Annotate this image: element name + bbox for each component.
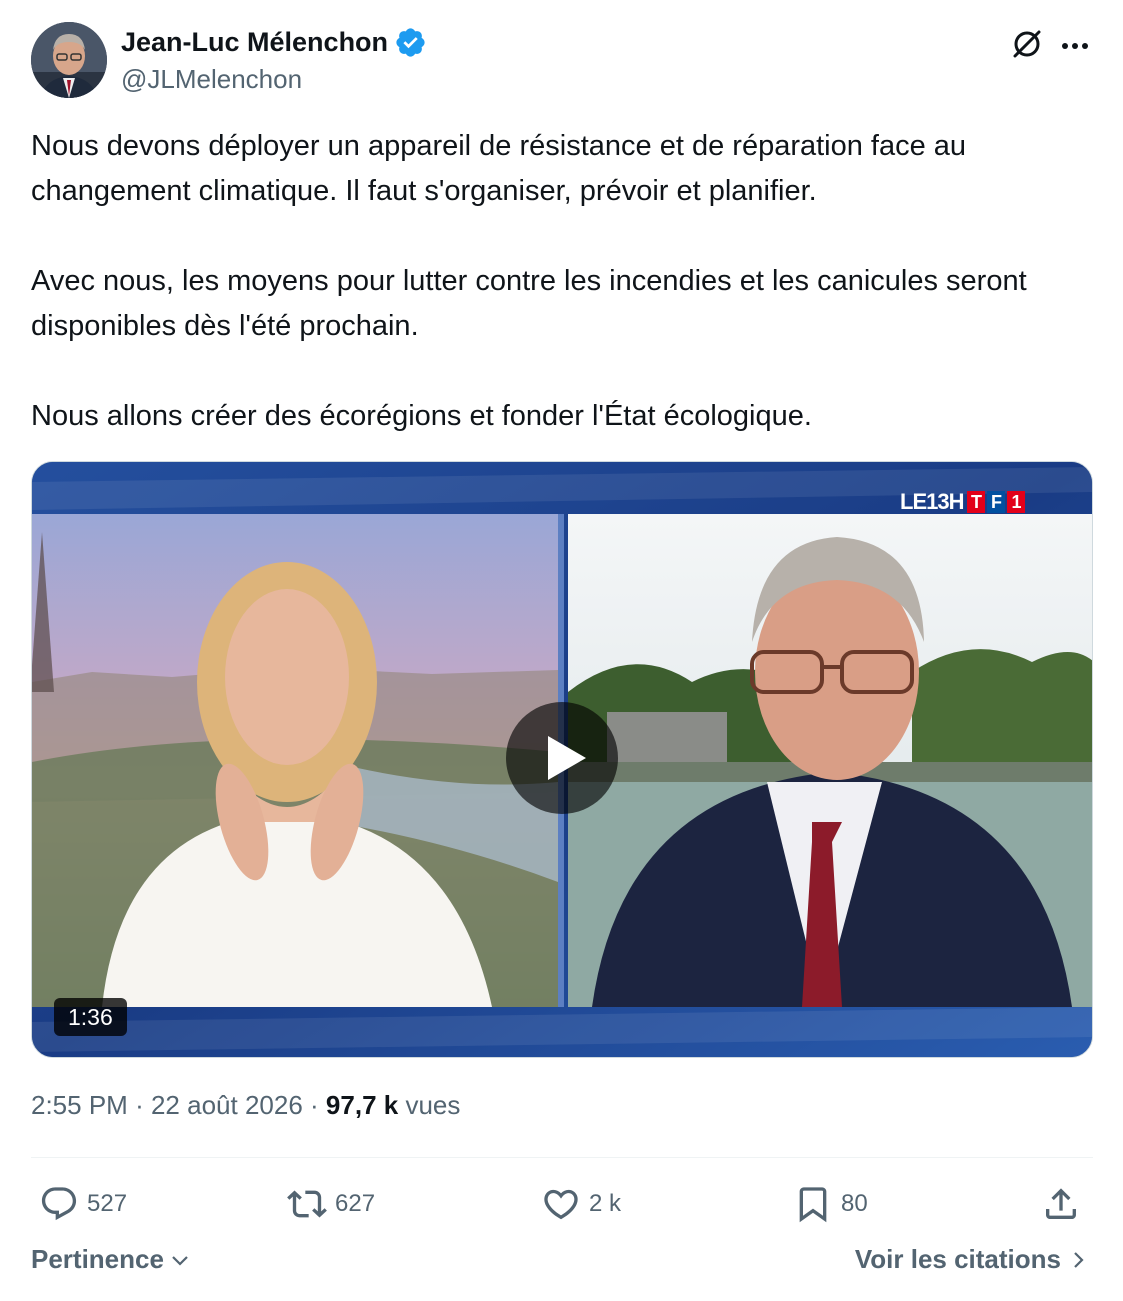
bookmark-icon [799,1187,827,1223]
author-handle[interactable]: @JLMelenchon [121,64,427,95]
tweet-time[interactable]: 2:55 PM [31,1090,128,1120]
sort-label: Pertinence [31,1244,164,1274]
more-icon[interactable] [1057,28,1093,64]
meta-separator: · [135,1090,144,1120]
left-panel [32,514,564,1007]
replies-footer: Pertinence Voir les citations [31,1244,1093,1284]
view-quotes-link[interactable]: Voir les citations [855,1244,1089,1275]
reply-count: 527 [87,1190,128,1217]
reply-button[interactable]: 527 [39,1176,127,1232]
like-count: 2 k [589,1190,622,1217]
tweet-paragraph: Nous devons déployer un appareil de rési… [31,130,967,207]
channel-letter: T [967,491,986,513]
channel-letter: 1 [1007,491,1026,513]
views-count: 97,7 k [325,1090,399,1120]
share-icon [1046,1188,1076,1219]
play-button[interactable] [506,702,618,814]
channel-prefix: LE13H [900,489,964,514]
bookmark-button[interactable]: 80 [793,1176,868,1232]
right-panel [568,514,1092,1007]
views-label: vues [405,1090,461,1120]
play-icon [548,736,586,780]
author-name[interactable]: Jean-Luc Mélenchon [121,27,388,58]
like-icon [544,1189,578,1220]
avatar[interactable] [31,22,107,98]
tweet-meta: 2:55 PM · 22 août 2026 · 97,7 k vues [31,1090,460,1121]
divider [31,1157,1093,1158]
like-button[interactable]: 2 k [541,1176,621,1232]
tweet-paragraph: Avec nous, les moyens pour lutter contre… [31,265,1027,342]
chevron-right-icon [1074,1251,1084,1268]
channel-letter: F [987,491,1006,513]
retweet-icon [287,1190,327,1218]
tweet-paragraph: Nous allons créer des écorégions et fond… [31,400,812,432]
channel-logo: LE13H T F 1 [900,488,1026,516]
quotes-label: Voir les citations [854,1244,1061,1274]
tweet-text: Nous devons déployer un appareil de rési… [31,124,1096,439]
retweet-count: 627 [335,1190,376,1217]
sort-dropdown[interactable]: Pertinence [31,1244,192,1275]
chevron-down-icon [172,1255,188,1266]
video-player[interactable]: LE13H T F 1 1:36 [31,461,1093,1058]
author-block: Jean-Luc Mélenchon @JLMelenchon [121,26,427,95]
tweet-date[interactable]: 22 août 2026 [151,1090,303,1120]
bookmark-count: 80 [841,1190,868,1217]
share-button[interactable] [1041,1176,1081,1232]
tweet-header: Jean-Luc Mélenchon @JLMelenchon [31,22,1093,100]
retweet-button[interactable]: 627 [287,1176,375,1232]
video-duration: 1:36 [54,998,127,1036]
meta-separator: · [310,1090,319,1120]
verified-badge-icon [396,27,425,57]
reply-icon [41,1187,77,1221]
action-bar: 527 627 2 k 80 [31,1176,1093,1232]
grok-icon[interactable] [1009,26,1045,62]
